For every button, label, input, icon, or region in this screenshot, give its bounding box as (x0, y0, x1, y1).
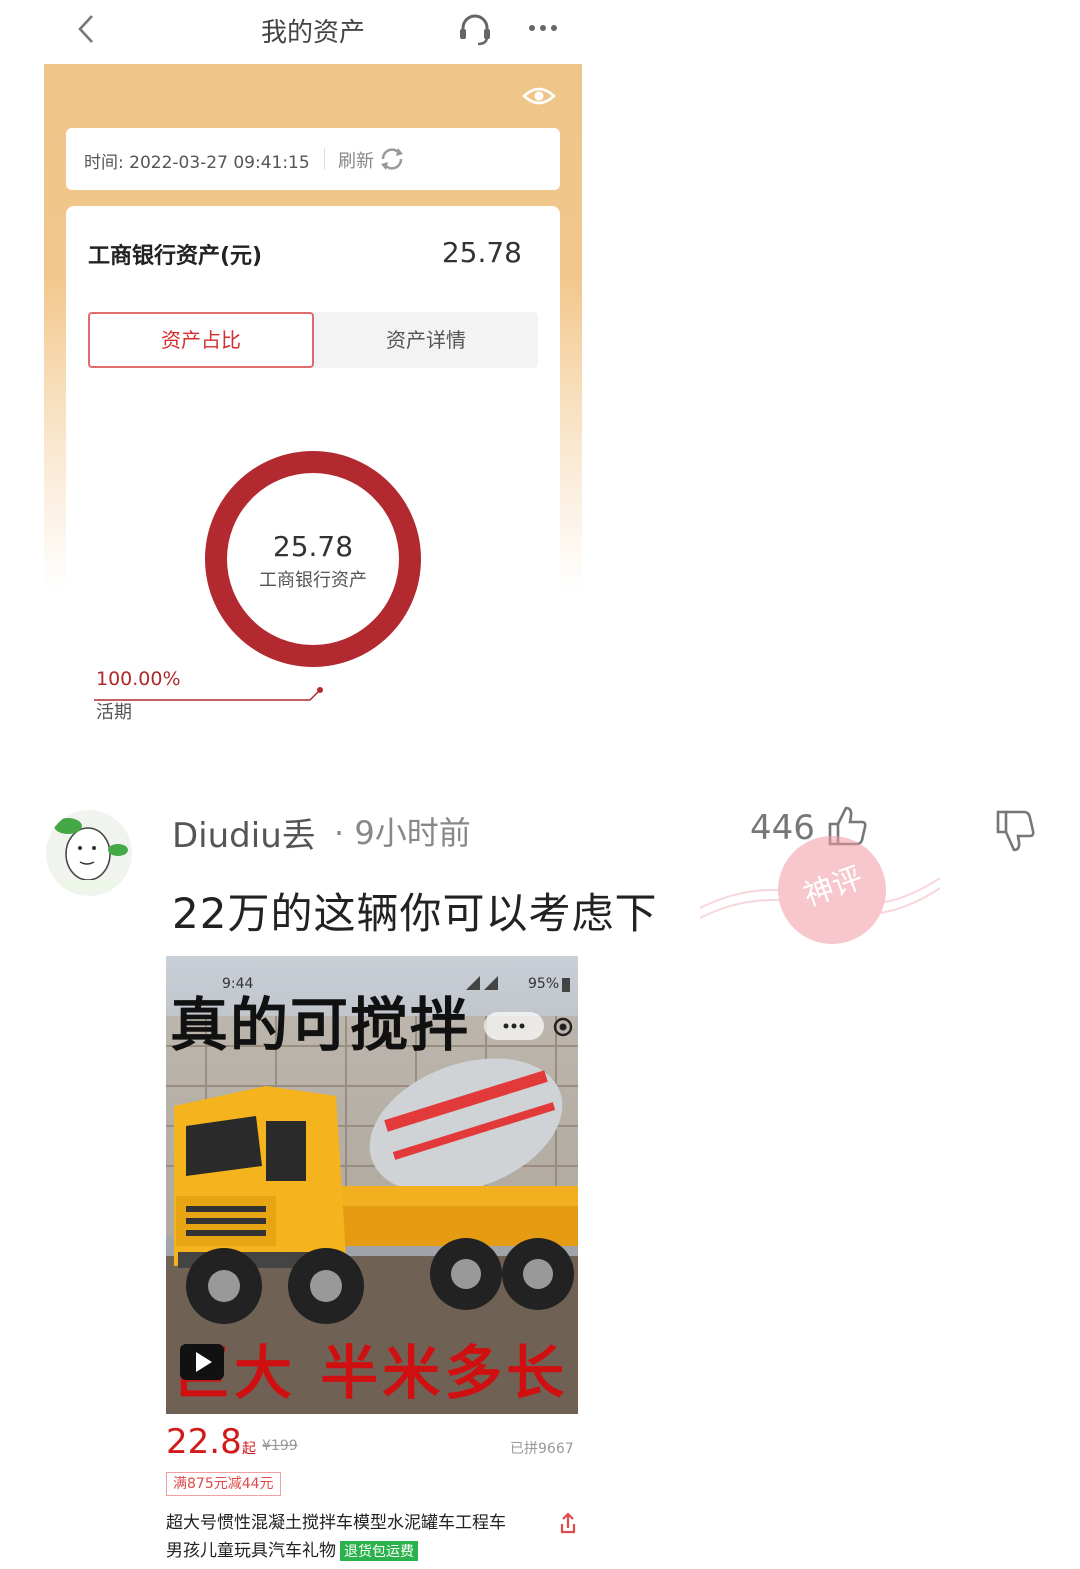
comment-text: 22万的这辆你可以考虑下 (172, 889, 658, 938)
product-title-line2-text: 男孩儿童玩具汽车礼物 (166, 1541, 336, 1561)
comment-username[interactable]: Diudiu丢 (172, 808, 316, 857)
close-target-icon[interactable] (552, 1016, 574, 1038)
sold-count: 已拼9667 (510, 1441, 574, 1457)
tab-asset-details[interactable]: 资产详情 (314, 312, 538, 368)
image-more-button[interactable] (484, 1012, 544, 1040)
screenshot-battery: 95% (528, 976, 560, 992)
asset-overview-panel: 时间: 2022-03-27 09:41:15 刷新 工商银行资产(元) 25.… (44, 64, 582, 766)
legend-category: 活期 (96, 702, 132, 723)
update-time-label: 时间: 2022-03-27 09:41:15 (84, 153, 310, 173)
page-title: 我的资产 (260, 18, 365, 48)
product-card-image[interactable]: 9:44 95% 真的可搅拌 巨大 半米多长 22.8 起 ¥199 已拼966… (166, 956, 578, 1569)
share-icon[interactable] (558, 1512, 578, 1542)
product-title-line2: 男孩儿童玩具汽车礼物 退货包运费 (166, 1536, 418, 1561)
product-price: 22.8 (166, 1422, 242, 1462)
free-return-tag: 退货包运费 (340, 1541, 418, 1561)
asset-total-value: 25.78 (441, 236, 522, 269)
more-dots-icon (503, 1023, 525, 1029)
eye-visibility-icon[interactable] (522, 84, 556, 108)
original-price: ¥199 (262, 1438, 298, 1454)
thumbs-down-icon[interactable] (994, 808, 1038, 854)
divider (324, 148, 325, 170)
video-play-icon[interactable] (180, 1344, 224, 1380)
bank-assets-screen: 我的资产 时间: 2022-03-27 09:41:15 刷新 工商银行资产(元… (44, 0, 582, 766)
coupon-badge: 满875元减44元 (166, 1472, 281, 1496)
donut-center-label: 工商银行资产 (259, 570, 367, 591)
price-from-label: 起 (242, 1441, 256, 1457)
product-overlay-headline: 真的可搅拌 (170, 991, 471, 1059)
asset-tabs: 资产占比 资产详情 (88, 312, 538, 368)
product-title-line1: 超大号惯性混凝土搅拌车模型水泥罐车工程车 (166, 1513, 506, 1533)
asset-title: 工商银行资产(元) (88, 244, 263, 269)
asset-card: 工商银行资产(元) 25.78 资产占比 资产详情 25.78 工商银行资产 1… (66, 206, 560, 736)
avatar-image (54, 818, 128, 890)
refresh-button[interactable]: 刷新 (338, 147, 374, 173)
update-time-card: 时间: 2022-03-27 09:41:15 刷新 (66, 128, 560, 190)
legend-percent: 100.00% (96, 668, 181, 690)
top-nav-bar: 我的资产 (44, 0, 582, 64)
comment-timestamp: · 9小时前 (334, 814, 471, 852)
donut-center-value: 25.78 (272, 530, 354, 563)
featured-comment-stamp: 神评 (700, 836, 940, 944)
avatar[interactable] (46, 810, 132, 896)
more-options-icon[interactable] (526, 14, 560, 42)
product-overlay-size: 巨大 半米多长 (172, 1339, 569, 1407)
customer-service-icon[interactable] (456, 10, 494, 48)
tab-asset-ratio[interactable]: 资产占比 (88, 312, 314, 368)
refresh-icon[interactable] (378, 146, 406, 172)
